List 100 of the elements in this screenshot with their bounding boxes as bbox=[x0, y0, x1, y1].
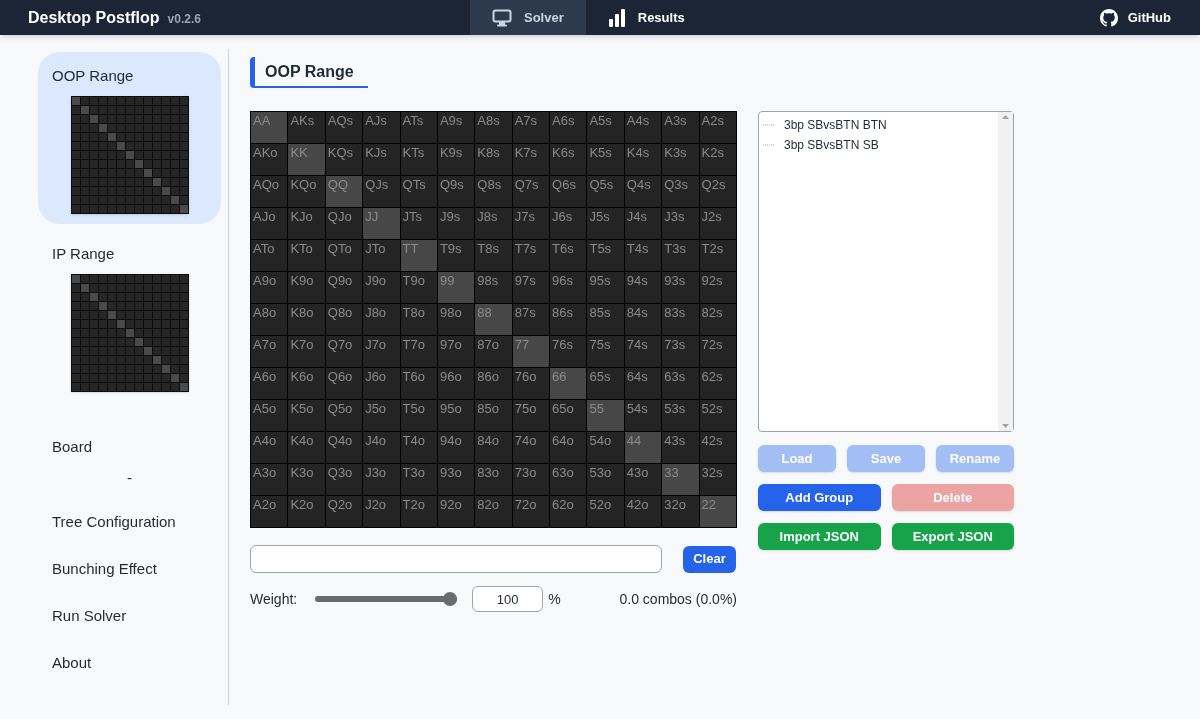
weight-slider[interactable] bbox=[315, 592, 458, 606]
hand-cell[interactable]: 22 bbox=[699, 496, 736, 527]
hand-cell[interactable]: 86o bbox=[475, 368, 512, 399]
hand-cell[interactable]: AQo bbox=[251, 176, 288, 207]
hand-cell[interactable]: K9o bbox=[288, 272, 325, 303]
range-input[interactable] bbox=[250, 545, 662, 573]
hand-cell[interactable]: 92o bbox=[437, 496, 475, 527]
sidebar-item[interactable]: OOP Range bbox=[38, 52, 221, 224]
hand-cell[interactable]: T7s bbox=[512, 240, 550, 271]
hand-cell[interactable]: A3o bbox=[251, 464, 288, 495]
hand-cell[interactable]: K5s bbox=[587, 144, 624, 175]
hand-cell[interactable]: 98o bbox=[437, 304, 475, 335]
hand-cell[interactable]: 43o bbox=[624, 464, 662, 495]
hand-cell[interactable]: A8o bbox=[251, 304, 288, 335]
hand-cell[interactable]: 95o bbox=[437, 400, 475, 431]
hand-cell[interactable]: 72s bbox=[699, 336, 736, 367]
nav-tab[interactable]: Results bbox=[585, 0, 707, 35]
hand-cell[interactable]: 82o bbox=[475, 496, 512, 527]
hand-cell[interactable]: 84s bbox=[624, 304, 662, 335]
hand-cell[interactable]: JJ bbox=[363, 208, 400, 239]
hand-cell[interactable]: J4s bbox=[624, 208, 662, 239]
nav-tab[interactable]: Solver bbox=[470, 0, 586, 35]
hand-cell[interactable]: T3o bbox=[400, 464, 437, 495]
action-button[interactable]: Export JSON bbox=[891, 523, 1014, 550]
hand-cell[interactable]: Q5o bbox=[325, 400, 363, 431]
hand-cell[interactable]: K8s bbox=[475, 144, 512, 175]
hand-cell[interactable]: 75s bbox=[587, 336, 624, 367]
hand-cell[interactable]: AKo bbox=[251, 144, 288, 175]
hand-cell[interactable]: 96s bbox=[550, 272, 587, 303]
hand-cell[interactable]: KJs bbox=[363, 144, 400, 175]
hand-cell[interactable]: 75o bbox=[512, 400, 550, 431]
hand-cell[interactable]: T9s bbox=[437, 240, 475, 271]
hand-cell[interactable]: KQo bbox=[288, 176, 325, 207]
hand-cell[interactable]: 64o bbox=[550, 432, 587, 463]
scrollbar[interactable] bbox=[998, 112, 1013, 431]
hand-cell[interactable]: 44 bbox=[624, 432, 662, 463]
hand-cell[interactable]: A5o bbox=[251, 400, 288, 431]
hand-cell[interactable]: A4s bbox=[624, 112, 662, 143]
hand-cell[interactable]: K8o bbox=[288, 304, 325, 335]
hand-cell[interactable]: 72o bbox=[512, 496, 550, 527]
hand-cell[interactable]: T2s bbox=[699, 240, 736, 271]
hand-cell[interactable]: K5o bbox=[288, 400, 325, 431]
hand-cell[interactable]: T6s bbox=[550, 240, 587, 271]
hand-cell[interactable]: JTo bbox=[363, 240, 400, 271]
hand-cell[interactable]: 32s bbox=[699, 464, 736, 495]
hand-cell[interactable]: 54o bbox=[587, 432, 624, 463]
hand-cell[interactable]: 66 bbox=[550, 368, 587, 399]
hand-cell[interactable]: T5s bbox=[587, 240, 624, 271]
hand-cell[interactable]: 87s bbox=[512, 304, 550, 335]
hand-cell[interactable]: Q9o bbox=[325, 272, 363, 303]
hand-cell[interactable]: 53o bbox=[587, 464, 624, 495]
hand-cell[interactable]: K6s bbox=[550, 144, 587, 175]
hand-cell[interactable]: 52s bbox=[699, 400, 736, 431]
scroll-down-icon[interactable] bbox=[1002, 424, 1009, 428]
hand-cell[interactable]: T3s bbox=[662, 240, 699, 271]
hand-cell[interactable]: KQs bbox=[325, 144, 363, 175]
hand-cell[interactable]: QJo bbox=[325, 208, 363, 239]
hand-cell[interactable]: A2s bbox=[699, 112, 736, 143]
hand-cell[interactable]: 63s bbox=[662, 368, 699, 399]
hand-cell[interactable]: A7s bbox=[512, 112, 550, 143]
weight-input[interactable]: 100 bbox=[472, 586, 544, 612]
hand-cell[interactable]: T9o bbox=[400, 272, 437, 303]
hand-cell[interactable]: J8s bbox=[475, 208, 512, 239]
hand-cell[interactable]: KTo bbox=[288, 240, 325, 271]
hand-cell[interactable]: 99 bbox=[437, 272, 475, 303]
clear-button[interactable]: Clear bbox=[683, 545, 736, 573]
hand-cell[interactable]: 42o bbox=[624, 496, 662, 527]
hand-cell[interactable]: J5s bbox=[587, 208, 624, 239]
hand-cell[interactable]: A9s bbox=[437, 112, 475, 143]
hand-cell[interactable]: 53s bbox=[662, 400, 699, 431]
hand-cell[interactable]: 96o bbox=[437, 368, 475, 399]
hand-cell[interactable]: T4s bbox=[624, 240, 662, 271]
hand-cell[interactable]: QJs bbox=[363, 176, 400, 207]
hand-cell[interactable]: J3o bbox=[363, 464, 400, 495]
hand-cell[interactable]: Q2s bbox=[699, 176, 736, 207]
hand-cell[interactable]: T8s bbox=[475, 240, 512, 271]
hand-cell[interactable]: Q6o bbox=[325, 368, 363, 399]
hand-cell[interactable]: 84o bbox=[475, 432, 512, 463]
tree-item[interactable]: 3bp SBvsBTN BTN bbox=[759, 115, 998, 135]
hand-cell[interactable]: 83s bbox=[662, 304, 699, 335]
hand-cell[interactable]: 97s bbox=[512, 272, 550, 303]
hand-cell[interactable]: K9s bbox=[437, 144, 475, 175]
hand-cell[interactable]: 87o bbox=[475, 336, 512, 367]
hand-cell[interactable]: 33 bbox=[662, 464, 699, 495]
hand-cell[interactable]: J6o bbox=[363, 368, 400, 399]
hand-cell[interactable]: Q3o bbox=[325, 464, 363, 495]
hand-cell[interactable]: A9o bbox=[251, 272, 288, 303]
hand-cell[interactable]: J9s bbox=[437, 208, 475, 239]
hand-cell[interactable]: Q9s bbox=[437, 176, 475, 207]
hand-cell[interactable]: 94o bbox=[437, 432, 475, 463]
hand-cell[interactable]: K7o bbox=[288, 336, 325, 367]
hand-cell[interactable]: 77 bbox=[512, 336, 550, 367]
hand-cell[interactable]: 54s bbox=[624, 400, 662, 431]
hand-cell[interactable]: A2o bbox=[251, 496, 288, 527]
hand-cell[interactable]: TT bbox=[400, 240, 437, 271]
range-thumbnail[interactable] bbox=[70, 95, 189, 214]
hand-cell[interactable]: Q7o bbox=[325, 336, 363, 367]
hand-cell[interactable]: AQs bbox=[325, 112, 363, 143]
hand-cell[interactable]: JTs bbox=[400, 208, 437, 239]
hand-cell[interactable]: J8o bbox=[363, 304, 400, 335]
